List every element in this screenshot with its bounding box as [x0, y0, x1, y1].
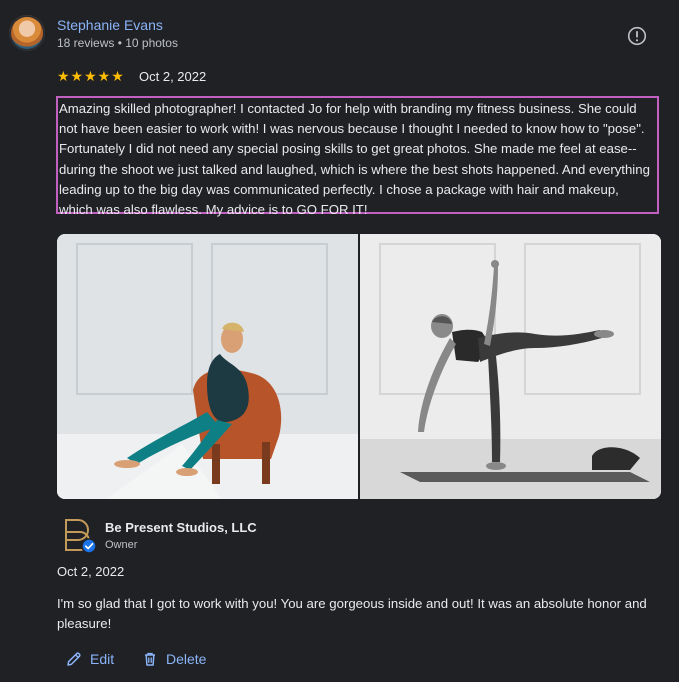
owner-logo: [65, 519, 97, 554]
delete-icon: [145, 652, 155, 666]
owner-name: Be Present Studios, LLC: [105, 520, 257, 535]
edit-icon: [67, 652, 81, 666]
reviewer-meta: 18 reviews • 10 photos: [57, 36, 178, 50]
owner-role: Owner: [105, 539, 138, 551]
edit-button[interactable]: Edit: [66, 648, 114, 670]
photo-2-art: [360, 234, 661, 499]
review-text: Amazing skilled photographer! I contacte…: [56, 96, 659, 217]
verified-badge-icon: [81, 538, 97, 554]
delete-button[interactable]: Delete: [142, 648, 206, 670]
review-photo-2[interactable]: [360, 234, 661, 499]
review-photo-1[interactable]: [57, 234, 358, 499]
star-rating: ★★★★★: [57, 68, 125, 84]
owner-response-text: I'm so glad that I got to work with you!…: [57, 596, 647, 632]
reviewer-name[interactable]: Stephanie Evans: [57, 17, 163, 33]
owner-response-date: Oct 2, 2022: [57, 564, 125, 579]
delete-label[interactable]: Delete: [166, 651, 206, 667]
reviewer-avatar[interactable]: [9, 15, 45, 51]
photo-1-art: [57, 234, 358, 499]
review-photos: [57, 234, 661, 499]
report-icon[interactable]: [627, 26, 647, 46]
edit-label[interactable]: Edit: [90, 651, 114, 667]
review-date: Oct 2, 2022: [139, 69, 207, 84]
